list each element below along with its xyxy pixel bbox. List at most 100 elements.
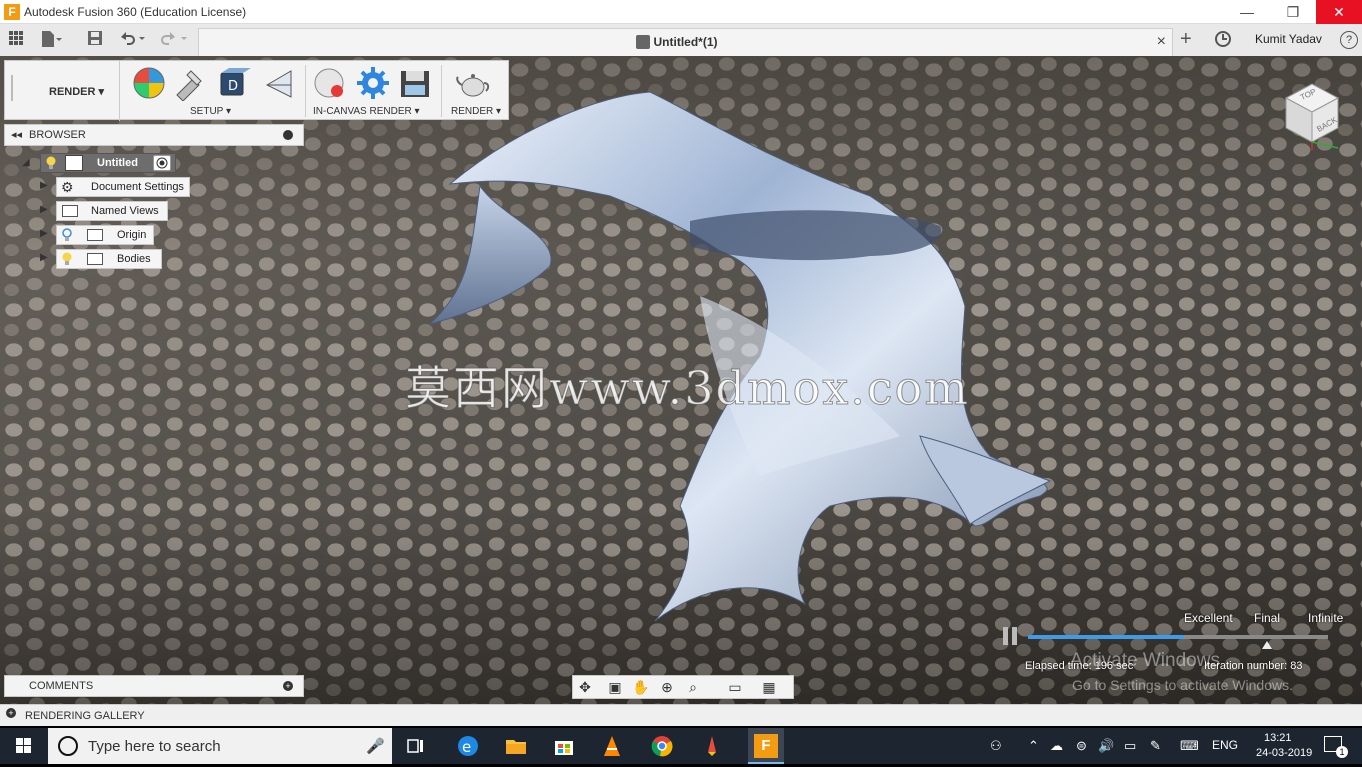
browser-item-label: Origin (117, 229, 147, 241)
render-toolbar: RENDER ▾ D SETUP ▾ IN-CANVAS RENDER ▾ RE… (4, 60, 509, 121)
pan-hand-icon[interactable]: ✋ (631, 679, 651, 697)
in-canvas-render-group-label[interactable]: IN-CANVAS RENDER ▾ (313, 106, 420, 117)
render-teapot-icon[interactable] (455, 65, 491, 101)
store-icon[interactable] (552, 734, 576, 758)
gear-icon: ⚙ (61, 179, 74, 195)
fusion-app-icon: F (4, 4, 20, 20)
quality-slider-handle[interactable] (1262, 641, 1272, 649)
close-window-button[interactable]: ✕ (1316, 0, 1362, 24)
workspace-switcher[interactable]: RENDER ▾ (5, 61, 120, 121)
setup-group-label[interactable]: SETUP ▾ (190, 106, 231, 117)
look-at-icon[interactable]: ▣ (605, 679, 625, 697)
input-language[interactable]: ENG (1212, 738, 1238, 752)
rendering-gallery-title: RENDERING GALLERY (25, 710, 145, 722)
browser-item-document-settings[interactable]: ⚙ Document Settings (56, 177, 190, 197)
file-menu-icon[interactable] (40, 30, 62, 50)
browser-item-label: Named Views (91, 205, 159, 217)
activate-radio-icon[interactable] (153, 155, 171, 171)
vlc-icon[interactable] (600, 734, 624, 758)
add-comment-icon[interactable]: + (283, 681, 293, 691)
window-title: Autodesk Fusion 360 (Education License) (24, 5, 247, 19)
lightbulb-icon[interactable] (45, 156, 57, 173)
show-hidden-icons-chevron-icon[interactable]: ⌃ (1028, 738, 1039, 754)
network-icon[interactable]: ⊜ (1076, 738, 1087, 754)
browser-item-untitled[interactable]: Untitled (40, 153, 176, 173)
comments-panel-header[interactable]: COMMENTS + (4, 675, 304, 697)
redo-icon[interactable] (160, 30, 187, 50)
rendering-gallery-bar[interactable]: + RENDERING GALLERY (0, 704, 1362, 726)
svg-text:D: D (228, 79, 238, 94)
onedrive-cloud-icon[interactable]: ☁ (1050, 738, 1063, 754)
new-tab-button[interactable]: + (1180, 28, 1192, 51)
pen-icon[interactable]: ✎ (1150, 738, 1161, 754)
decal-icon[interactable] (261, 65, 297, 101)
expand-collapse-arrow-icon[interactable]: ◢ (22, 157, 30, 168)
pause-icon[interactable] (1000, 625, 1020, 647)
expand-arrow-icon[interactable]: ▶ (40, 180, 48, 191)
keyboard-icon[interactable]: ⌨ (1180, 738, 1199, 754)
lightbulb-off-icon[interactable] (61, 228, 73, 245)
sketch-pencil-icon[interactable] (700, 734, 724, 758)
group-separator (305, 65, 306, 117)
in-canvas-render-icon[interactable] (311, 65, 347, 101)
help-button[interactable]: ? (1340, 31, 1358, 49)
browser-item-bodies[interactable]: Bodies (56, 249, 162, 269)
expand-arrow-icon[interactable]: ▶ (40, 228, 48, 239)
maximize-button[interactable]: ❐ (1270, 0, 1316, 24)
browser-panel-header[interactable]: ◂◂ BROWSER (4, 124, 304, 146)
watermark-text: 莫西网www.3dmox.com (405, 361, 970, 416)
minimize-button[interactable]: — (1224, 0, 1270, 24)
browser-minimize-icon[interactable] (283, 130, 293, 140)
lightbulb-icon[interactable] (61, 252, 73, 269)
windows-start-icon[interactable] (0, 728, 48, 764)
battery-icon[interactable]: ▭ (1124, 738, 1136, 754)
user-account-menu[interactable]: Kumit Yadav (1255, 32, 1322, 46)
collapse-panel-icon[interactable]: ◂◂ (11, 128, 22, 141)
expand-arrow-icon[interactable]: ▶ (40, 204, 48, 215)
windows-taskbar: Type here to search 🎤 e F ⚇ ⌃ ☁ ⊜ 🔊 ▭ ✎ … (0, 728, 1362, 764)
document-tab[interactable]: Untitled*(1) × (198, 28, 1173, 56)
browser-item-named-views[interactable]: Named Views (56, 201, 168, 221)
volume-icon[interactable]: 🔊 (1098, 738, 1114, 754)
display-settings-icon[interactable]: ▭ (725, 679, 745, 697)
microphone-icon[interactable]: 🎤 (366, 737, 385, 755)
data-panel-grid-icon[interactable] (6, 30, 26, 50)
browser-item-origin[interactable]: Origin (56, 225, 154, 245)
expand-arrow-icon[interactable]: ▶ (40, 252, 48, 263)
appearance-icon[interactable] (131, 65, 167, 101)
physical-material-icon[interactable] (171, 65, 207, 102)
notification-count-badge: 1 (1336, 746, 1348, 758)
save-icon[interactable] (85, 30, 105, 50)
undo-icon[interactable] (118, 30, 145, 50)
capture-image-icon[interactable] (397, 65, 433, 101)
orbit-icon[interactable]: ✥ (575, 679, 595, 697)
scene-settings-icon[interactable]: D (215, 65, 251, 101)
close-tab-button[interactable]: × (1157, 33, 1166, 51)
file-explorer-icon[interactable] (504, 734, 528, 758)
render-group-label[interactable]: RENDER ▾ (451, 106, 501, 117)
component-icon (65, 155, 83, 171)
view-cube[interactable]: TOP BACK (1278, 80, 1344, 152)
taskbar-search-box[interactable]: Type here to search 🎤 (48, 728, 392, 764)
workspace-label: RENDER ▾ (49, 86, 105, 98)
fusion360-taskbar-button[interactable]: F (748, 728, 784, 764)
render-settings-gear-icon[interactable] (355, 65, 391, 101)
edge-browser-icon[interactable]: e (456, 734, 480, 758)
people-icon[interactable]: ⚇ (990, 738, 1002, 754)
fit-icon[interactable]: ⌕ (683, 679, 703, 697)
search-placeholder: Type here to search (88, 738, 221, 755)
job-status-icon[interactable] (1214, 30, 1232, 51)
grid-settings-icon[interactable]: ▦ (759, 679, 779, 697)
browser-item-label: Bodies (117, 253, 151, 265)
clock-date[interactable]: 24-03-2019 (1256, 747, 1312, 759)
comments-title: COMMENTS (29, 680, 94, 692)
group-separator (441, 65, 442, 117)
clock-time[interactable]: 13:21 (1264, 732, 1292, 744)
quality-infinite-label: Infinite (1308, 611, 1344, 625)
toolbar-grip-icon (11, 75, 13, 101)
browser-title: BROWSER (29, 129, 86, 141)
zoom-icon[interactable]: ⊕ (657, 679, 677, 697)
expand-gallery-icon[interactable]: + (6, 708, 16, 718)
chrome-icon[interactable] (650, 734, 674, 758)
task-view-icon[interactable] (404, 734, 428, 758)
